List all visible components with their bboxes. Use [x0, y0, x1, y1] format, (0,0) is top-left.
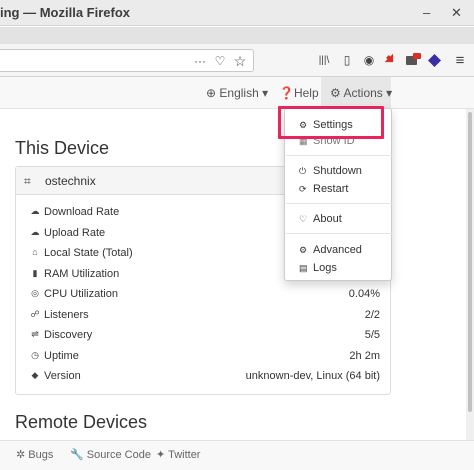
menu-item-advanced[interactable]: ⚙ Advanced: [299, 244, 362, 256]
question-icon: ❓: [279, 86, 294, 100]
settings-highlight-box: [278, 106, 384, 139]
menu-item-logs[interactable]: ▤ Logs: [299, 262, 337, 274]
stat-row: ☍ Listeners 2/2: [26, 306, 380, 327]
actions-dropdown[interactable]: ⚙ Actions ▾: [330, 86, 392, 100]
cogs-icon: ⚙: [299, 245, 308, 255]
version-icon: ◆: [31, 370, 39, 380]
menu-divider: [286, 233, 392, 234]
menu-item-restart[interactable]: ⟳ Restart: [299, 183, 348, 195]
source-label: Source Code: [86, 449, 151, 461]
tab-strip: [0, 27, 474, 44]
listeners-icon: ☍: [30, 308, 40, 319]
stat-label: Listeners: [44, 308, 89, 321]
stat-row: ⇌ Discovery 5/5: [26, 326, 380, 347]
extension2-icon[interactable]: [426, 50, 442, 70]
window-title: ing — Mozilla Firefox: [0, 5, 131, 20]
device-name: ostechnix: [45, 174, 96, 188]
twitter-link[interactable]: ✦ Twitter: [156, 448, 200, 461]
arrow-icon[interactable]: [383, 50, 399, 70]
language-label: English: [219, 86, 259, 100]
this-device-heading: This Device: [15, 138, 110, 158]
globe-icon: ⊕: [206, 86, 220, 100]
file-text-icon: ▤: [299, 263, 308, 273]
ram-icon: ▮: [32, 267, 38, 278]
stat-label: RAM Utilization: [44, 267, 120, 280]
stat-value: 2/2: [364, 308, 380, 321]
stat-label: Uptime: [44, 349, 79, 362]
chevron-down-icon: ▾: [386, 86, 393, 100]
bugs-label: Bugs: [28, 449, 54, 461]
stat-label: Discovery: [44, 329, 93, 341]
home-icon: ⌂: [32, 247, 38, 257]
remote-devices-heading: Remote Devices: [15, 412, 148, 432]
uptime-icon: ◷: [31, 349, 39, 360]
language-dropdown[interactable]: ⊕ English ▾: [206, 86, 268, 100]
advanced-label: Advanced: [313, 244, 362, 256]
help-link[interactable]: ❓Help: [279, 86, 319, 100]
help-label: Help: [293, 86, 319, 100]
gear-icon: ⚙: [330, 86, 344, 100]
pocket-icon[interactable]: ♡: [213, 51, 227, 71]
close-button[interactable]: ✕: [451, 5, 462, 21]
footer: ✲ Bugs 🔧 Source Code ✦ Twitter: [0, 440, 474, 470]
twitter-icon: ✦: [156, 449, 169, 461]
actions-label: Actions: [343, 86, 383, 100]
menu-divider: [286, 155, 392, 156]
browser-toolbar: ··· ♡ ☆ |||\ ▯ ◉ ≡: [0, 44, 474, 77]
stat-value: 0.04%: [348, 288, 380, 300]
cpu-icon: ◎: [31, 288, 39, 298]
bookmark-star-icon[interactable]: ☆: [233, 51, 247, 71]
stat-label: Local State (Total): [44, 247, 133, 259]
more-icon[interactable]: ···: [193, 51, 207, 71]
power-icon: ⏻: [299, 166, 307, 176]
device-avatar-icon: ⌗: [24, 174, 31, 188]
sidebar-icon[interactable]: ▯: [339, 50, 355, 70]
stat-value: 2h 2m: [349, 349, 380, 362]
restart-label: Restart: [313, 183, 349, 195]
discovery-icon: ⇌: [31, 329, 39, 339]
about-label: About: [313, 213, 342, 225]
url-bar[interactable]: ··· ♡ ☆: [0, 49, 254, 72]
heart-icon: ♡: [299, 214, 308, 224]
stat-value: 5/5: [364, 329, 380, 341]
twitter-label: Twitter: [168, 449, 201, 461]
stat-label: Upload Rate: [44, 226, 106, 239]
source-code-link[interactable]: 🔧 Source Code: [70, 448, 151, 461]
stat-row: ◎ CPU Utilization 0.04%: [26, 285, 380, 306]
logs-label: Logs: [313, 262, 337, 274]
menu-icon[interactable]: ≡: [452, 50, 468, 70]
stat-row: ◆ Version unknown-dev, Linux (64 bit): [26, 367, 380, 388]
shutdown-label: Shutdown: [313, 165, 362, 177]
chevron-down-icon: ▾: [262, 86, 269, 100]
menu-divider: [286, 203, 392, 204]
bug-icon: ✲: [16, 449, 29, 461]
cloud-upload-icon: ☁: [30, 226, 40, 237]
menu-item-about[interactable]: ♡ About: [299, 213, 342, 225]
page-scrollbar-thumb[interactable]: [468, 112, 472, 412]
stat-row: ◷ Uptime 2h 2m: [26, 347, 380, 368]
menu-item-shutdown[interactable]: ⏻ Shutdown: [299, 165, 362, 177]
refresh-icon: ⟳: [299, 184, 307, 194]
stat-label: CPU Utilization: [44, 288, 118, 300]
extension-icon[interactable]: [404, 50, 422, 70]
stat-label: Version: [44, 370, 81, 382]
cloud-download-icon: ☁: [30, 206, 40, 216]
wrench-icon: 🔧: [70, 449, 87, 461]
bugs-link[interactable]: ✲ Bugs: [16, 448, 53, 461]
library-icon[interactable]: |||\: [315, 50, 333, 70]
stat-label: Download Rate: [44, 206, 120, 218]
minimize-button[interactable]: –: [423, 5, 430, 20]
account-icon[interactable]: ◉: [361, 50, 377, 70]
window-titlebar: ing — Mozilla Firefox – ✕: [0, 0, 474, 26]
stat-value: unknown-dev, Linux (64 bit): [245, 370, 380, 382]
